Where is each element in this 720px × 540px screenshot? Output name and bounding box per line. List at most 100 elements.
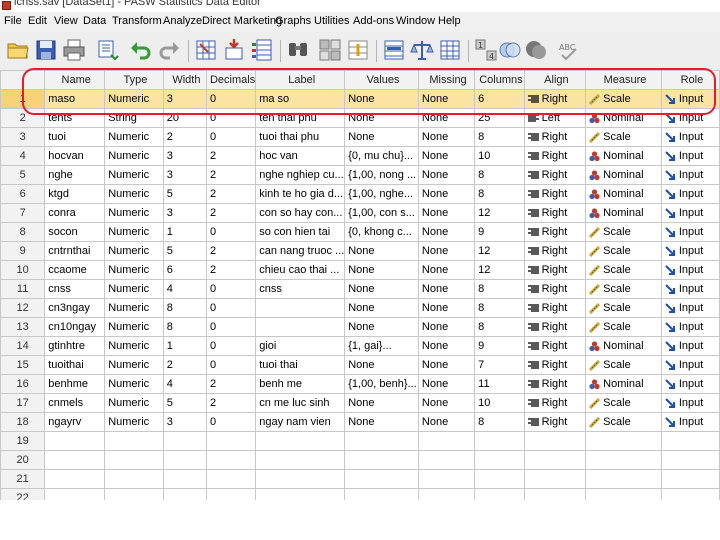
select-cases-icon[interactable] xyxy=(382,38,406,62)
cell-role[interactable]: Input xyxy=(660,374,720,394)
cell-label[interactable]: ngay nam vien xyxy=(255,412,346,432)
cell-decimals[interactable]: 0 xyxy=(205,355,257,375)
cell-name[interactable]: benhme xyxy=(44,374,106,394)
cell-values[interactable]: {1,00, benh}... xyxy=(344,374,419,394)
cell-values[interactable]: None xyxy=(344,393,419,413)
split-file-icon[interactable] xyxy=(318,38,342,62)
empty-cell[interactable] xyxy=(44,488,106,500)
empty-cell[interactable] xyxy=(417,488,476,500)
header-type[interactable]: Type xyxy=(104,70,164,90)
cell-role[interactable]: Input xyxy=(660,203,720,223)
cell-missing[interactable]: None xyxy=(417,317,476,337)
cell-type[interactable]: Numeric xyxy=(104,298,164,318)
cell-missing[interactable]: None xyxy=(417,393,476,413)
empty-cell[interactable] xyxy=(523,450,587,470)
empty-row[interactable]: 22 xyxy=(0,488,720,500)
cell-name[interactable]: cntrnthai xyxy=(44,241,106,261)
cell-label[interactable]: con so hay con... xyxy=(255,203,346,223)
cell-missing[interactable]: None xyxy=(417,336,476,356)
cell-align[interactable]: Right xyxy=(523,203,587,223)
cell-align[interactable]: Right xyxy=(523,393,587,413)
cell-columns[interactable]: 8 xyxy=(474,412,525,432)
cell-width[interactable]: 3 xyxy=(162,146,207,166)
cell-align[interactable]: Right xyxy=(523,89,587,109)
cell-decimals[interactable]: 2 xyxy=(205,146,257,166)
cell-name[interactable]: conra xyxy=(44,203,106,223)
variable-row[interactable]: 15 tuoithai Numeric 2 0 tuoi thai None None 7 Rig… xyxy=(0,355,720,375)
cell-type[interactable]: Numeric xyxy=(104,317,164,337)
cell-role[interactable]: Input xyxy=(660,412,720,432)
header-label[interactable]: Label xyxy=(255,70,346,90)
cell-decimals[interactable]: 0 xyxy=(205,222,257,242)
insert-cases-icon[interactable] xyxy=(346,38,370,62)
empty-cell[interactable] xyxy=(104,431,164,451)
cell-name[interactable]: cnss xyxy=(44,279,106,299)
empty-cell[interactable] xyxy=(474,488,525,500)
cell-role[interactable]: Input xyxy=(660,336,720,356)
menu-graphs[interactable]: Graphs xyxy=(275,15,311,27)
empty-cell[interactable] xyxy=(585,450,662,470)
cell-width[interactable]: 3 xyxy=(162,165,207,185)
cell-label[interactable]: can nang truoc ... xyxy=(255,241,346,261)
cell-missing[interactable]: None xyxy=(417,108,476,128)
cell-decimals[interactable]: 2 xyxy=(205,260,257,280)
menu-transform[interactable]: Transform xyxy=(112,15,162,27)
dialog-recall-icon[interactable] xyxy=(96,38,120,62)
cell-width[interactable]: 3 xyxy=(162,412,207,432)
cell-label[interactable]: tuoi thai xyxy=(255,355,346,375)
spelling-icon[interactable]: ABC xyxy=(558,38,582,62)
cell-values[interactable]: {0, mu chu}... xyxy=(344,146,419,166)
empty-cell[interactable] xyxy=(660,450,720,470)
cell-columns[interactable]: 10 xyxy=(474,146,525,166)
cell-columns[interactable]: 9 xyxy=(474,222,525,242)
cell-role[interactable]: Input xyxy=(660,393,720,413)
variable-row[interactable]: 10 ccaome Numeric 6 2 chieu cao thai ... None N… xyxy=(0,260,720,280)
header-columns[interactable]: Columns xyxy=(474,70,525,90)
cell-missing[interactable]: None xyxy=(417,298,476,318)
cell-name[interactable]: ktgd xyxy=(44,184,106,204)
menu-analyze[interactable]: Analyze xyxy=(163,15,202,27)
empty-row[interactable]: 20 xyxy=(0,450,720,470)
cell-label[interactable]: tuoi thai phu xyxy=(255,127,346,147)
row-number[interactable]: 18 xyxy=(0,412,46,432)
empty-cell[interactable] xyxy=(344,488,419,500)
row-number[interactable]: 3 xyxy=(0,127,46,147)
cell-measure[interactable]: Nominal xyxy=(585,146,662,166)
cell-width[interactable]: 6 xyxy=(162,260,207,280)
cell-type[interactable]: Numeric xyxy=(104,146,164,166)
variable-row[interactable]: 2 tents String 20 0 ten thai phu None None 25 Lef… xyxy=(0,108,720,128)
cell-width[interactable]: 8 xyxy=(162,298,207,318)
cell-decimals[interactable]: 0 xyxy=(205,298,257,318)
cell-type[interactable]: Numeric xyxy=(104,374,164,394)
cell-values[interactable]: {1,00, nghe... xyxy=(344,184,419,204)
empty-cell[interactable] xyxy=(417,450,476,470)
goto-variable-icon[interactable] xyxy=(222,38,246,62)
empty-cell[interactable] xyxy=(344,469,419,489)
empty-cell[interactable] xyxy=(523,488,587,500)
cell-name[interactable]: cn3ngay xyxy=(44,298,106,318)
row-number[interactable]: 8 xyxy=(0,222,46,242)
cell-type[interactable]: Numeric xyxy=(104,165,164,185)
cell-measure[interactable]: Scale xyxy=(585,298,662,318)
variables-icon[interactable] xyxy=(250,38,274,62)
cell-type[interactable]: Numeric xyxy=(104,241,164,261)
empty-cell[interactable] xyxy=(660,469,720,489)
cell-values[interactable]: {1,00, con s... xyxy=(344,203,419,223)
cell-missing[interactable]: None xyxy=(417,146,476,166)
cell-width[interactable]: 5 xyxy=(162,184,207,204)
cell-measure[interactable]: Scale xyxy=(585,241,662,261)
cell-values[interactable]: None xyxy=(344,317,419,337)
empty-cell[interactable] xyxy=(660,431,720,451)
cell-role[interactable]: Input xyxy=(660,317,720,337)
empty-cell[interactable] xyxy=(660,488,720,500)
cell-measure[interactable]: Nominal xyxy=(585,203,662,223)
empty-cell[interactable] xyxy=(162,450,207,470)
empty-cell[interactable] xyxy=(162,469,207,489)
cell-label[interactable]: chieu cao thai ... xyxy=(255,260,346,280)
venn-icon[interactable] xyxy=(498,38,522,62)
row-number[interactable]: 19 xyxy=(0,431,46,451)
row-number[interactable]: 20 xyxy=(0,450,46,470)
variable-row[interactable]: 7 conra Numeric 3 2 con so hay con... {1,00, c… xyxy=(0,203,720,223)
cell-width[interactable]: 3 xyxy=(162,203,207,223)
empty-cell[interactable] xyxy=(44,469,106,489)
